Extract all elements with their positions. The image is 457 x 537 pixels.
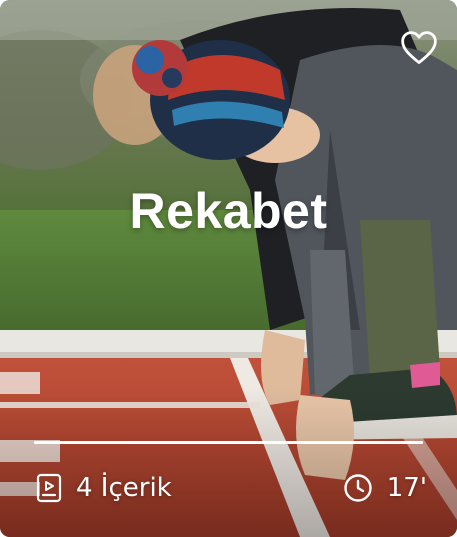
favorite-button[interactable] [397, 26, 441, 68]
course-card[interactable]: Rekabet 4 İçerik 17' [0, 0, 457, 537]
duration: 17' [343, 473, 427, 503]
card-title: Rekabet [129, 183, 328, 239]
progress-bar [34, 441, 423, 444]
content-count-label: 4 İçerik [76, 473, 172, 503]
video-playlist-icon [36, 473, 62, 503]
duration-label: 17' [386, 473, 427, 503]
heart-outline-icon [401, 31, 437, 64]
content-count: 4 İçerik [36, 473, 172, 503]
bottom-gradient-overlay [0, 387, 457, 537]
progress-bar-fill [34, 441, 423, 444]
clock-icon [344, 474, 372, 502]
